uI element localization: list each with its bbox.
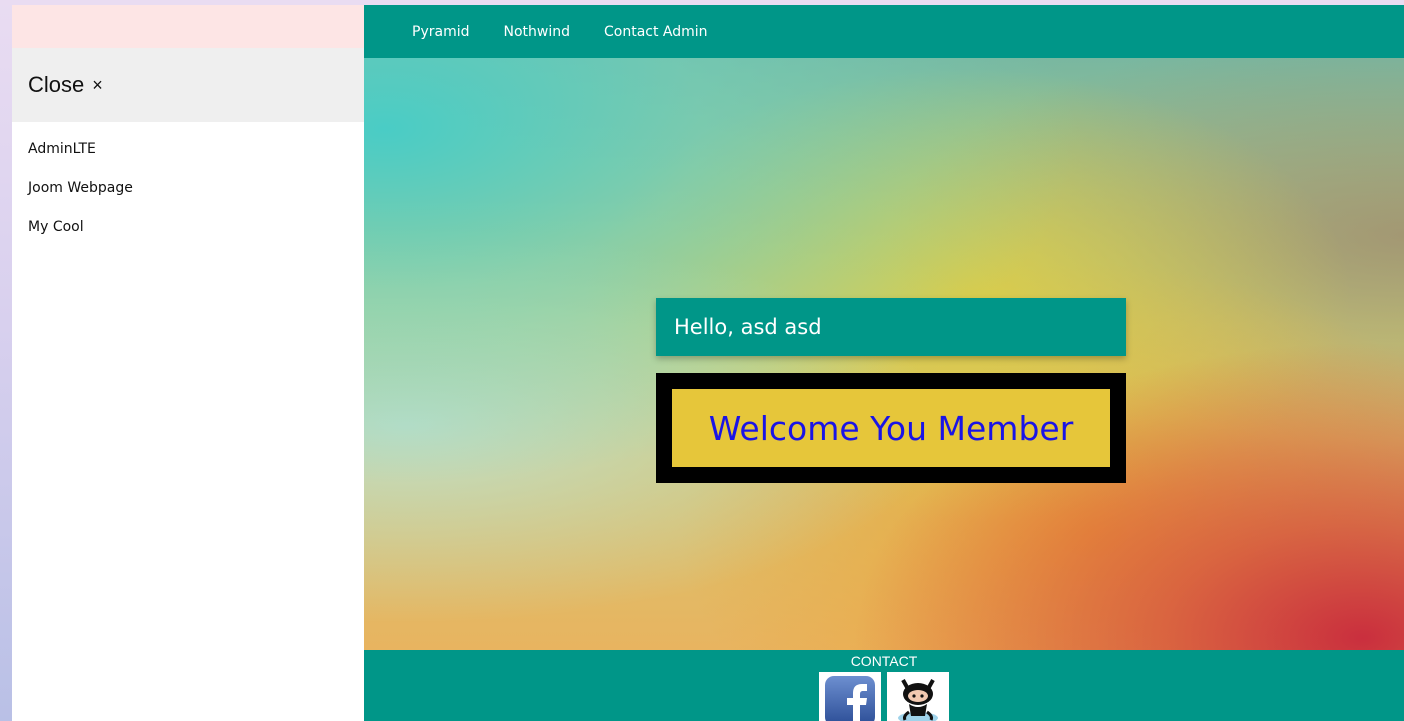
footer: CONTACT: [364, 650, 1404, 721]
sidebar-item-my-cool[interactable]: My Cool: [12, 208, 364, 247]
footer-contact-title: CONTACT: [850, 653, 918, 669]
github-icon[interactable]: [887, 672, 949, 721]
nav-link-contact-admin[interactable]: Contact Admin: [604, 24, 708, 40]
hello-banner: Hello, asd asd: [656, 298, 1126, 356]
sidebar-header-strip: [12, 5, 364, 48]
nav-link-pyramid[interactable]: Pyramid: [412, 24, 469, 40]
footer-social-icons: [364, 672, 1404, 721]
top-navigation: Pyramid Nothwind Contact Admin: [364, 5, 1404, 58]
sidebar-close-label: Close: [28, 72, 85, 97]
welcome-message: Welcome You Member: [672, 389, 1110, 467]
welcome-frame: Welcome You Member: [656, 373, 1126, 483]
nav-link-nothwind[interactable]: Nothwind: [503, 24, 570, 40]
facebook-icon[interactable]: [819, 672, 881, 721]
sidebar-close-button[interactable]: Close ×: [12, 48, 364, 122]
sidebar-item-adminlte[interactable]: AdminLTE: [12, 130, 364, 169]
main-content: Pyramid Nothwind Contact Admin Hello, as…: [364, 5, 1404, 721]
sidebar-item-joom-webpage[interactable]: Joom Webpage: [12, 169, 364, 208]
hero-background: Hello, asd asd Welcome You Member: [364, 58, 1404, 650]
sidebar: Close × AdminLTE Joom Webpage My Cool: [12, 5, 364, 721]
sidebar-list: AdminLTE Joom Webpage My Cool: [12, 122, 364, 247]
close-icon: ×: [92, 74, 103, 95]
